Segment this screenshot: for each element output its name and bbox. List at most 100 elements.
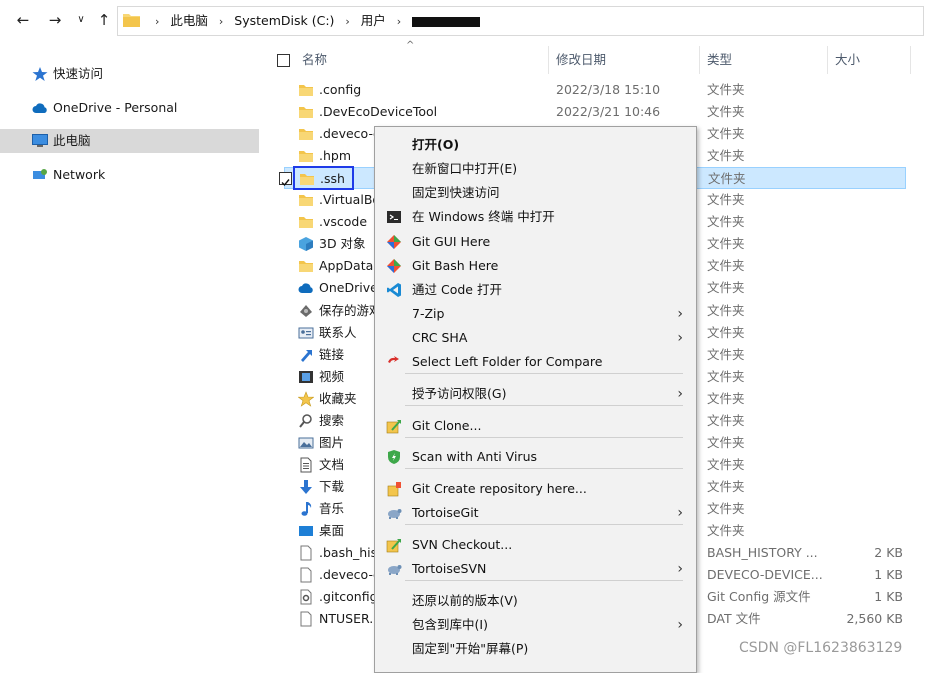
column-divider[interactable] — [910, 46, 911, 74]
nav-item-onedrive[interactable]: OneDrive - Personal — [0, 96, 259, 120]
column-header-date[interactable]: 修改日期 — [556, 46, 606, 74]
menu-separator — [405, 437, 683, 438]
up-arrow-icon[interactable]: ↑ — [95, 10, 113, 30]
menu-item-label: 打开(O) — [412, 137, 460, 152]
chevron-right-icon: › — [677, 505, 683, 521]
menu-item-7-zip[interactable]: 7-Zip › — [377, 302, 693, 326]
desktop-icon — [299, 526, 313, 536]
table-row[interactable]: .DevEcoDeviceTool 2022/3/21 10:46 文件夹 — [284, 101, 906, 123]
menu-item-windows[interactable]: 在 Windows 终端 中打开 — [377, 205, 693, 229]
menu-item-crc-sha[interactable]: CRC SHA › — [377, 326, 693, 350]
file-name: 链接 — [319, 346, 345, 362]
column-divider[interactable] — [827, 46, 828, 74]
column-divider[interactable] — [548, 46, 549, 74]
menu-item-e[interactable]: 在新窗口中打开(E) — [377, 157, 693, 181]
file-type: BASH_HISTORY ... — [707, 545, 818, 561]
address-bar: ← → ∨ ↑ › 此电脑 › SystemDisk (C:) › 用户 › — [0, 0, 945, 40]
git-icon — [387, 259, 401, 273]
column-header-name[interactable]: 名称 — [302, 46, 327, 74]
chevron-right-icon: › — [396, 15, 402, 28]
file-type: 文件夹 — [707, 412, 745, 428]
folder-icon — [299, 151, 313, 163]
file-type: DAT 文件 — [707, 611, 761, 627]
chevron-right-icon: › — [677, 386, 683, 402]
compare-icon — [388, 356, 399, 363]
nav-item-quick-access[interactable]: 快速访问 — [0, 62, 259, 86]
menu-item-git-create-repository-here[interactable]: Git Create repository here... — [377, 477, 693, 501]
computer-icon — [32, 134, 48, 147]
crumb-users[interactable]: 用户 — [361, 13, 386, 28]
menu-item-v[interactable]: 还原以前的版本(V) — [377, 589, 693, 613]
menu-item-label: 包含到库中(I) — [412, 617, 488, 632]
menu-item-label: 还原以前的版本(V) — [412, 593, 518, 608]
address-box[interactable]: › 此电脑 › SystemDisk (C:) › 用户 › — [117, 6, 924, 36]
table-row[interactable]: .config 2022/3/18 15:10 文件夹 — [284, 79, 906, 101]
chevron-right-icon: › — [155, 15, 160, 28]
breadcrumb: › 此电脑 › SystemDisk (C:) › 用户 › — [148, 7, 481, 35]
menu-item-p[interactable]: 固定到"开始"屏幕(P) — [377, 637, 693, 661]
menu-item-item-2[interactable]: 固定到快速访问 — [377, 181, 693, 205]
nav-item-this-pc[interactable]: 此电脑 — [0, 129, 259, 153]
column-header-type[interactable]: 类型 — [707, 46, 732, 74]
file-name: OneDrive — [319, 280, 378, 296]
menu-item-code[interactable]: 通过 Code 打开 — [377, 278, 693, 302]
nav-item-network[interactable]: Network — [0, 163, 259, 187]
menu-separator — [405, 580, 683, 581]
chevron-right-icon: › — [677, 561, 683, 577]
file-type: 文件夹 — [707, 478, 745, 494]
recent-dropdown-icon[interactable]: ∨ — [72, 10, 90, 30]
file-name: .hpm — [319, 148, 352, 164]
menu-item-label: 固定到"开始"屏幕(P) — [412, 641, 529, 656]
menu-item-label: Git GUI Here — [412, 234, 491, 249]
file-type: 文件夹 — [707, 434, 745, 450]
file-name: AppData — [319, 258, 374, 274]
picture-icon — [298, 437, 314, 449]
redacted-username — [412, 16, 481, 27]
file-icon — [300, 545, 312, 561]
menu-item-git-clone[interactable]: Git Clone... — [377, 414, 693, 438]
menu-item-label: 固定到快速访问 — [412, 185, 500, 200]
menu-item-git-bash-here[interactable]: Git Bash Here — [377, 254, 693, 278]
file-name: .gitconfig — [319, 589, 378, 605]
file-type: 文件夹 — [707, 523, 745, 538]
menu-item-o[interactable]: 打开(O) — [377, 133, 693, 157]
file-type: 文件夹 — [707, 192, 745, 208]
file-icon — [300, 567, 312, 583]
menu-item-label: Scan with Anti Virus — [412, 449, 537, 464]
menu-item-label: TortoiseGit — [412, 505, 479, 520]
file-type: 文件夹 — [708, 171, 746, 187]
chevron-right-icon: › — [345, 15, 350, 28]
forward-arrow-icon[interactable]: → — [46, 10, 64, 30]
menu-item-svn-checkout[interactable]: SVN Checkout... — [377, 533, 693, 557]
menu-item-g[interactable]: 授予访问权限(G) › — [377, 382, 693, 406]
column-header-size[interactable]: 大小 — [835, 46, 860, 74]
crumb-system-disk[interactable]: SystemDisk (C:) — [234, 13, 334, 28]
file-type: DEVECO-DEVICE... — [707, 567, 823, 583]
menu-separator — [405, 405, 683, 406]
menu-separator — [405, 373, 683, 374]
file-name: 收藏夹 — [319, 390, 357, 406]
menu-item-i[interactable]: 包含到库中(I) › — [377, 613, 693, 637]
menu-separator — [405, 468, 683, 469]
crumb-this-pc[interactable]: 此电脑 — [170, 13, 208, 28]
select-all-checkbox[interactable] — [277, 54, 290, 67]
file-name: .DevEcoDeviceTool — [319, 104, 438, 120]
file-name: .deveco-c — [319, 567, 380, 583]
back-arrow-icon[interactable]: ← — [14, 10, 32, 30]
file-type: 文件夹 — [707, 390, 745, 406]
file-type: 文件夹 — [707, 302, 745, 318]
menu-item-select-left-folder-for-compare[interactable]: Select Left Folder for Compare — [377, 350, 693, 374]
git-repo-icon — [387, 482, 401, 497]
menu-item-git-gui-here[interactable]: Git GUI Here — [377, 230, 693, 254]
menu-item-tortoisesvn[interactable]: TortoiseSVN › — [377, 557, 693, 581]
file-type: 文件夹 — [707, 148, 745, 164]
cloud-icon — [32, 103, 47, 113]
file-name: 图片 — [319, 434, 345, 450]
file-type: Git Config 源文件 — [707, 589, 811, 605]
menu-item-scan-with-anti-virus[interactable]: Scan with Anti Virus — [377, 445, 693, 469]
column-divider[interactable] — [699, 46, 700, 74]
row-checkbox[interactable] — [279, 172, 292, 187]
menu-item-label: Git Create repository here... — [412, 481, 587, 496]
link-icon — [301, 349, 312, 362]
menu-item-tortoisegit[interactable]: TortoiseGit › — [377, 501, 693, 525]
